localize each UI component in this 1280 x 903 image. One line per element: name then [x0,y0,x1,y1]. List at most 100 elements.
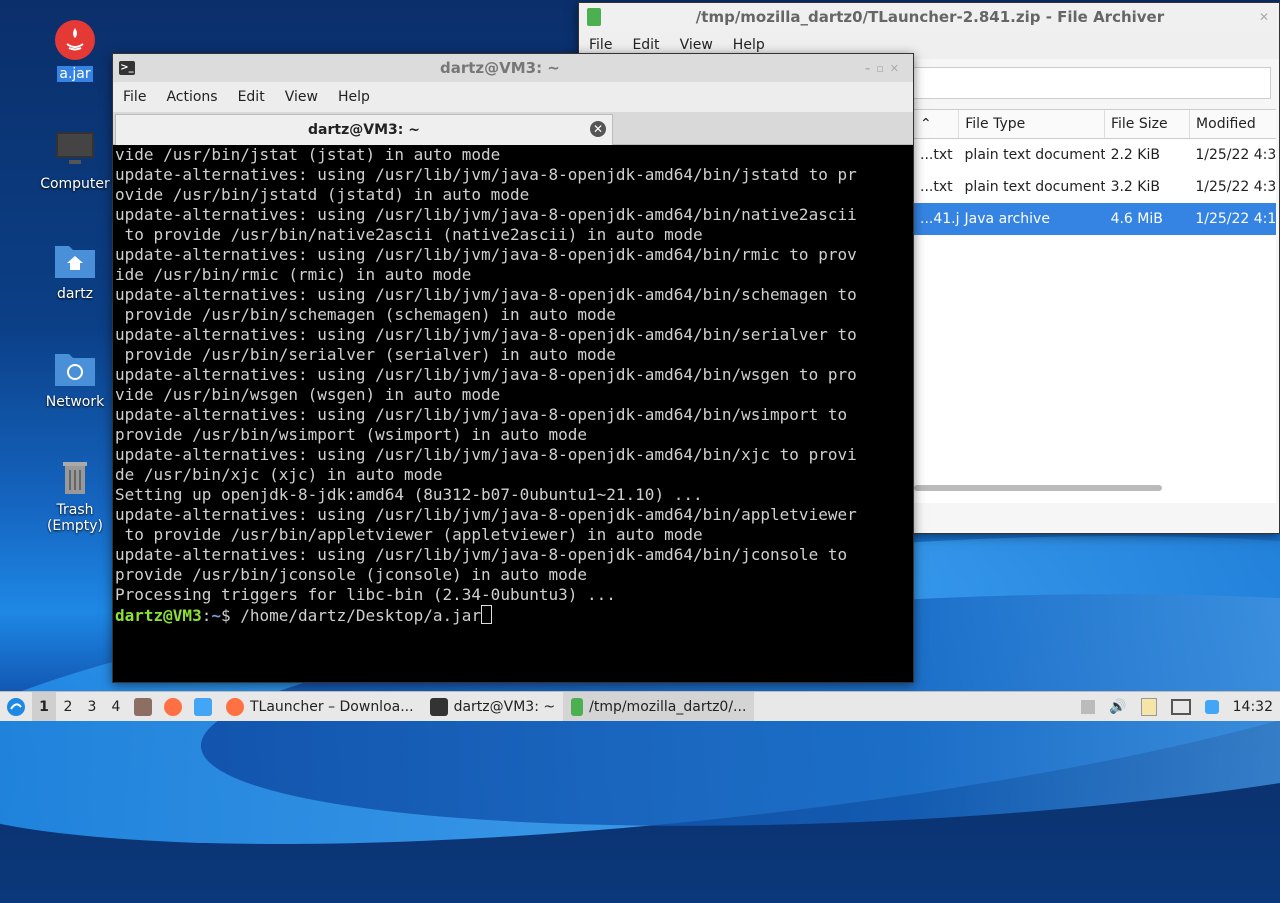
cell-type: plain text document [964,179,1105,195]
desktop-icon-home[interactable]: dartz [25,238,125,302]
column-file-type[interactable]: File Type [959,110,1105,138]
terminal-line: ide /usr/bin/rmic (rmic) in auto mode [115,265,472,284]
system-tray: 🔊 14:32 [1074,692,1280,721]
column-modified[interactable]: Modified [1190,110,1276,138]
file-manager-launcher-icon[interactable] [128,692,158,721]
menu-view[interactable]: View [670,37,723,53]
menu-edit[interactable]: Edit [622,37,669,53]
sort-arrow-icon[interactable]: ⌃ [914,110,960,138]
table-row[interactable]: ...txt plain text document 3.2 KiB 1/25/… [914,171,1276,203]
terminal-icon [429,697,448,716]
desktop-icon-network[interactable]: Network [25,346,125,410]
archiver-titlebar[interactable]: /tmp/mozilla_dartz0/TLauncher-2.841.zip … [579,3,1279,31]
column-file-size[interactable]: File Size [1105,110,1191,138]
menu-help[interactable]: Help [328,89,380,105]
close-icon[interactable]: ✕ [1259,10,1269,24]
table-row[interactable]: ...txt plain text document 2.2 KiB 1/25/… [914,139,1276,171]
firefox-icon [226,697,244,716]
terminal-line: provide /usr/bin/serialver (serialver) i… [115,345,616,364]
prompt-user: dartz@VM3 [115,606,202,625]
terminal-line: Setting up openjdk-8-jdk:amd64 (8u312-b0… [115,485,703,504]
cell-name: ...41.jar [920,211,959,227]
terminal-line: update-alternatives: using /usr/lib/jvm/… [115,205,857,224]
firefox-launcher-icon[interactable] [158,692,188,721]
show-desktop-icon[interactable] [188,692,218,721]
tab-label: dartz@VM3: ~ [308,122,420,138]
prompt-line[interactable]: dartz@VM3:~$ /home/dartz/Desktop/a.jar [115,605,911,626]
terminal-line: update-alternatives: using /usr/lib/jvm/… [115,245,857,264]
menu-file[interactable]: File [113,89,156,105]
terminal-line: to provide /usr/bin/appletviewer (applet… [115,525,703,544]
task-firefox[interactable]: TLauncher – Downloa... [218,692,422,721]
clock[interactable]: 14:32 [1226,692,1280,721]
terminal-line: vide /usr/bin/wsgen (wsgen) in auto mode [115,385,501,404]
menu-actions[interactable]: Actions [156,89,227,105]
table-row[interactable]: ...41.jar Java archive 4.6 MiB 1/25/22 4… [914,203,1276,235]
terminal-icon: >_ [119,61,135,75]
desktop-icon-a-jar[interactable]: a.jar [25,18,125,82]
start-menu-icon[interactable] [0,692,32,721]
terminal-line: provide /usr/bin/wsimport (wsimport) in … [115,425,588,444]
updates-icon[interactable] [1198,692,1226,721]
terminal-line: update-alternatives: using /usr/lib/jvm/… [115,165,857,184]
terminal-line: provide /usr/bin/jconsole (jconsole) in … [115,565,588,584]
cell-modified: 1/25/22 4:19 [1195,211,1276,227]
horizontal-scrollbar[interactable] [914,485,1162,491]
terminal-line: de /usr/bin/xjc (xjc) in auto mode [115,465,443,484]
terminal-tabbar: dartz@VM3: ~ ✕ [113,112,913,145]
terminal-titlebar[interactable]: >_ dartz@VM3: ~ –▫✕ [113,54,913,82]
window-controls[interactable]: –▫✕ [865,62,905,75]
prompt-separator: : [201,606,212,625]
terminal-line: vide /usr/bin/jstat (jstat) in auto mode [115,145,501,164]
close-icon[interactable]: ✕ [590,121,606,137]
task-archiver[interactable]: /tmp/mozilla_dartz0/... [563,692,755,721]
terminal-output[interactable]: vide /usr/bin/jstat (jstat) in auto mode… [113,145,913,679]
tray-up-arrow-icon[interactable] [1074,692,1102,721]
workspace-3[interactable]: 3 [80,692,104,721]
desktop-icon-computer[interactable]: Computer [25,128,125,192]
archive-icon [587,8,601,26]
file-list-header: ⌃ File Type File Size Modified [914,110,1276,139]
volume-icon[interactable]: 🔊 [1102,692,1133,721]
workspace-2[interactable]: 2 [56,692,80,721]
terminal-line: update-alternatives: using /usr/lib/jvm/… [115,285,857,304]
window-title: dartz@VM3: ~ [439,59,560,77]
task-label: TLauncher – Downloa... [250,698,414,715]
home-folder-icon [53,238,97,282]
menu-edit[interactable]: Edit [228,89,275,105]
terminal-line: update-alternatives: using /usr/lib/jvm/… [115,445,857,464]
network-icon[interactable] [1164,692,1198,721]
text-cursor [481,605,493,624]
desktop-icon-label: Computer [40,176,110,192]
menu-view[interactable]: View [275,89,328,105]
terminal-line: to provide /usr/bin/native2ascii (native… [115,225,703,244]
workspace-1[interactable]: 1 [32,692,56,721]
location-field[interactable] [909,67,1271,99]
cell-name: ...txt [920,179,953,195]
cell-type: Java archive [964,211,1050,227]
command-input[interactable]: /home/dartz/Desktop/a.jar [240,606,481,625]
cell-size: 2.2 KiB [1110,147,1160,163]
task-terminal[interactable]: dartz@VM3: ~ [422,692,564,721]
terminal-line: update-alternatives: using /usr/lib/jvm/… [115,405,848,424]
workspace-4[interactable]: 4 [104,692,128,721]
prompt-path: ~ [211,606,221,625]
desktop-icon-label: a.jar [57,66,93,82]
java-icon [53,18,97,62]
terminal-line: ovide /usr/bin/jstatd (jstatd) in auto m… [115,185,530,204]
cell-size: 3.2 KiB [1110,179,1160,195]
desktop-icon-label: Network [45,394,105,410]
terminal-line: update-alternatives: using /usr/lib/jvm/… [115,365,857,384]
tab-terminal[interactable]: dartz@VM3: ~ ✕ [115,114,613,145]
terminal-line: update-alternatives: using /usr/lib/jvm/… [115,545,848,564]
desktop-icon-trash[interactable]: Trash (Empty) [25,454,125,534]
menu-help[interactable]: Help [723,37,775,53]
network-folder-icon [53,346,97,390]
window-title: /tmp/mozilla_dartz0/TLauncher-2.841.zip … [695,8,1165,26]
terminal-line: update-alternatives: using /usr/lib/jvm/… [115,505,857,524]
file-list: ⌃ File Type File Size Modified ...txt pl… [914,109,1276,503]
taskbar: 1 2 3 4 TLauncher – Downloa... dartz@VM3… [0,691,1280,721]
menu-file[interactable]: File [579,37,622,53]
cell-modified: 1/25/22 4:35 [1195,179,1276,195]
clipboard-icon[interactable] [1134,692,1164,721]
